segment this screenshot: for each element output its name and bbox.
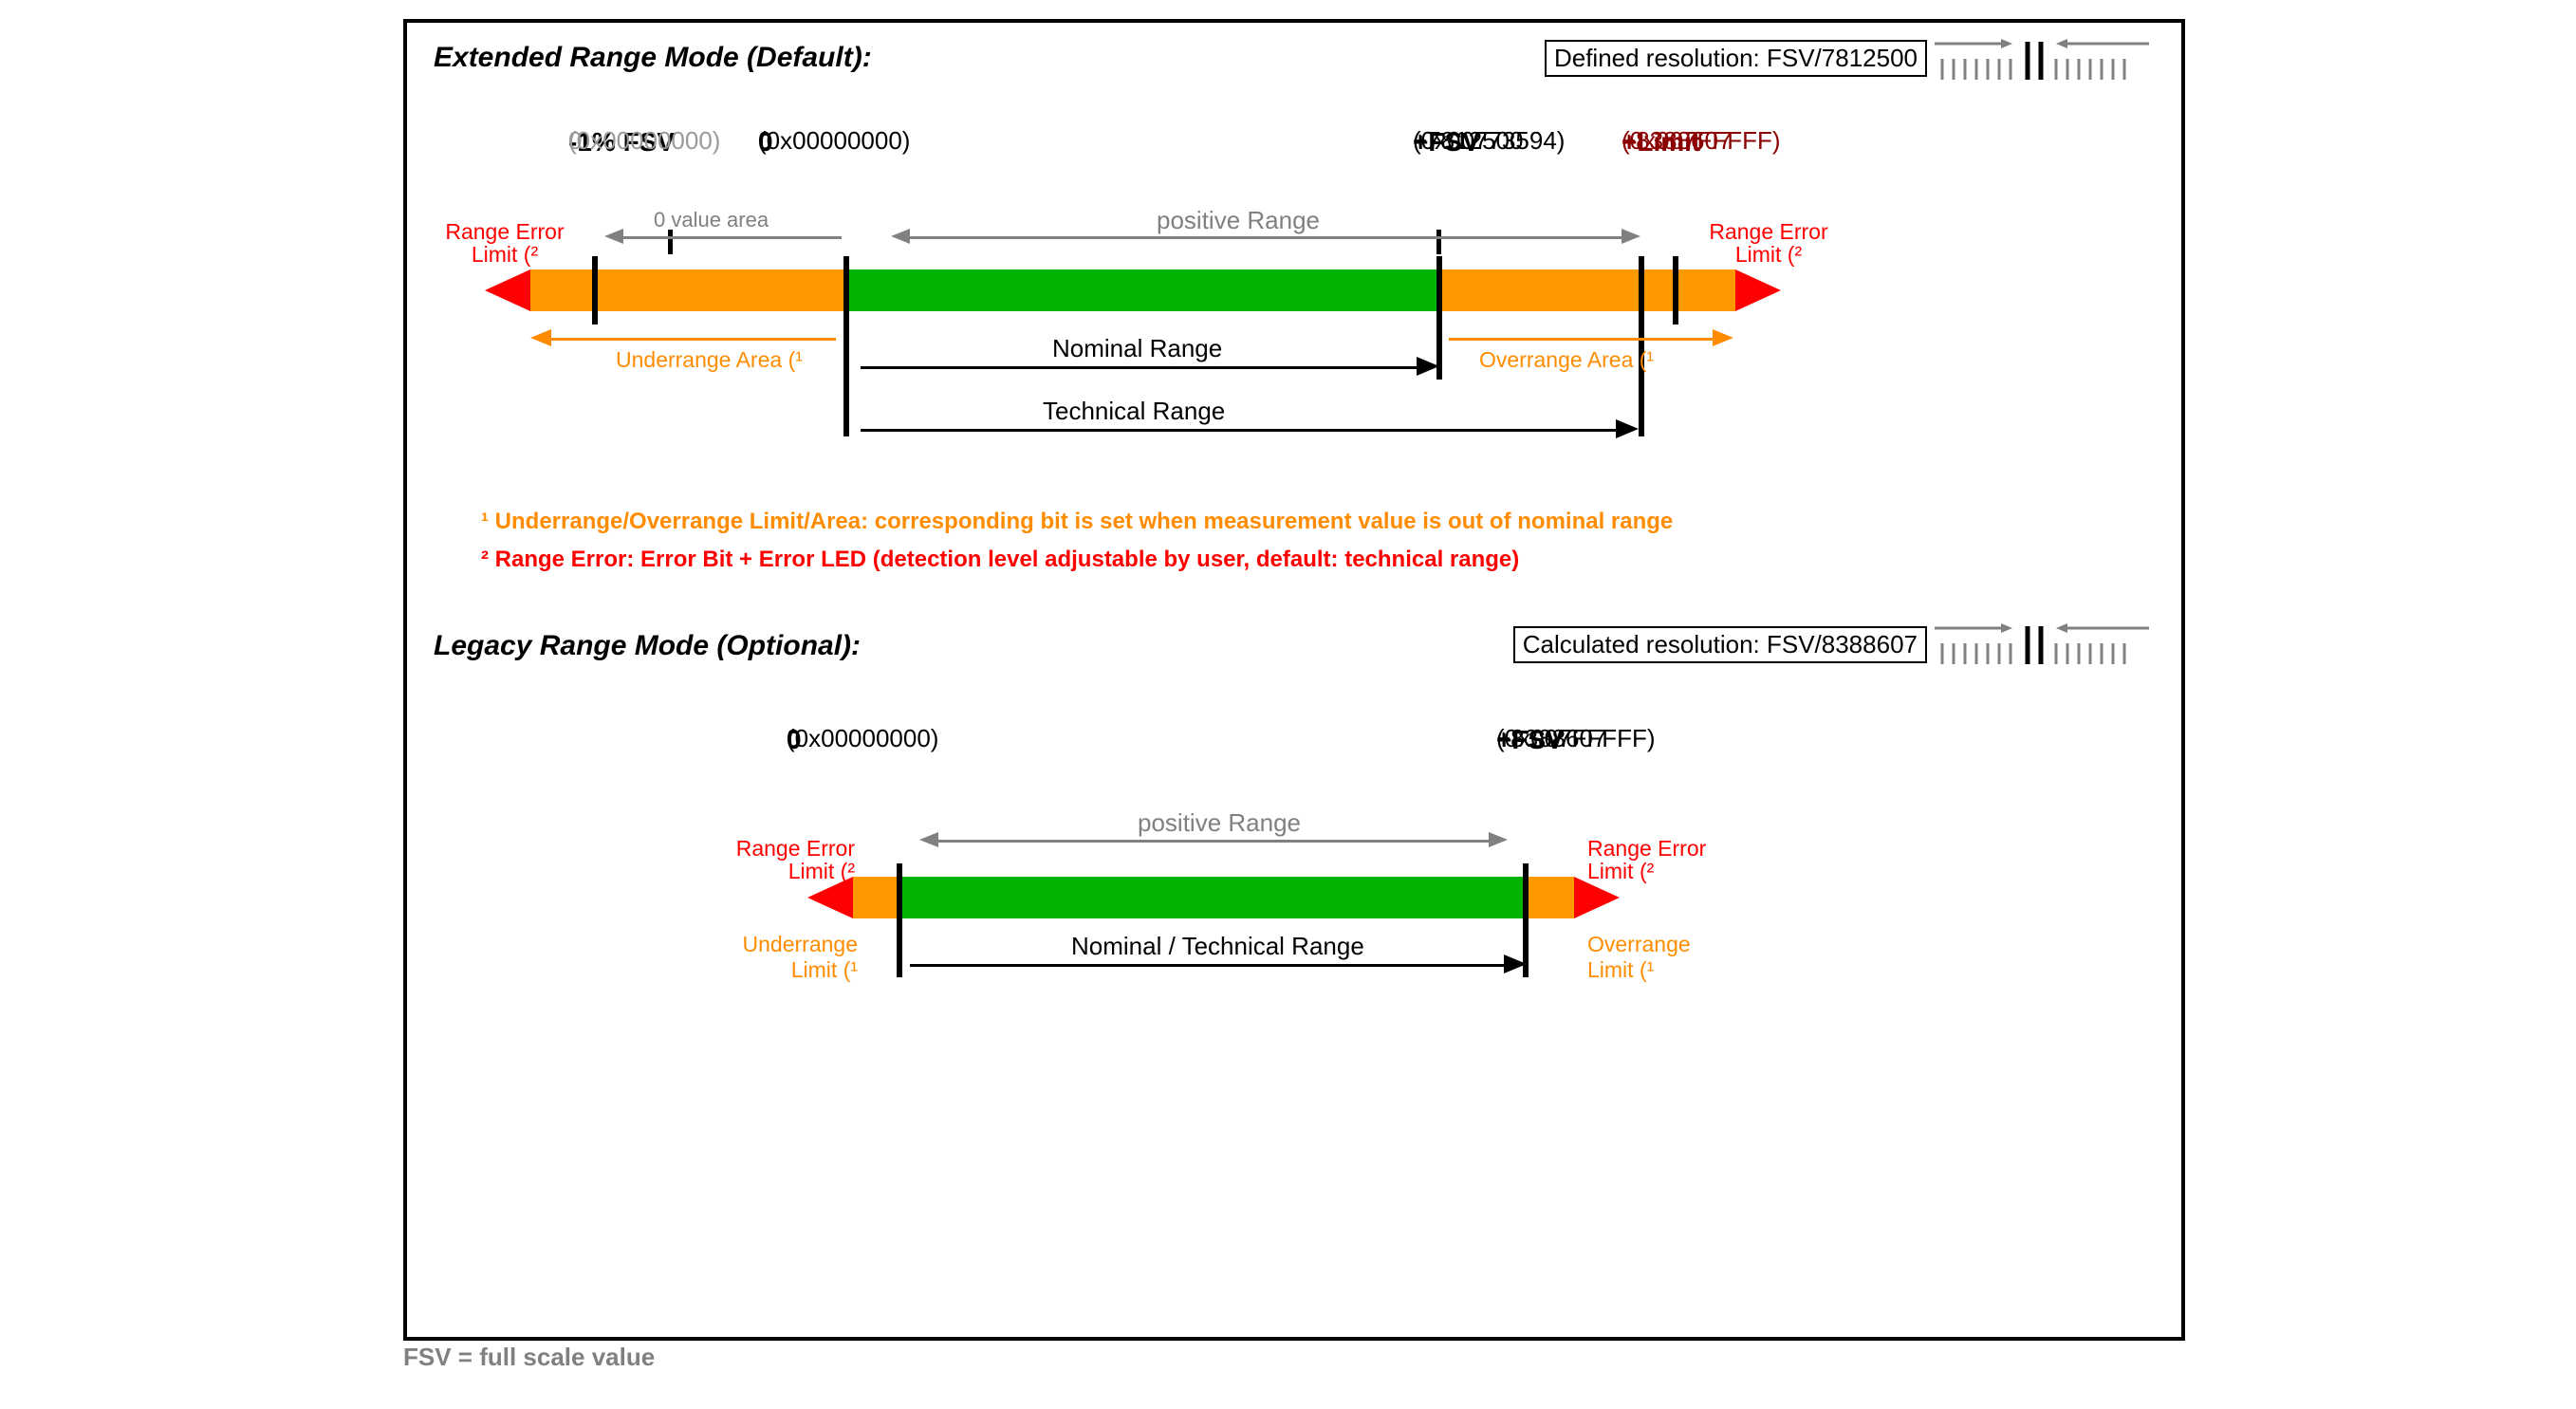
underrange-label: Underrange Area (¹ <box>616 347 803 373</box>
positive-range-label: positive Range <box>1157 206 1320 235</box>
zero-value-area-label: 0 value area <box>654 208 769 232</box>
footnote-1: ¹ Underrange/Overrange Limit/Area: corre… <box>481 509 2143 535</box>
tick-neg1 <box>668 230 673 254</box>
legacy-under-segment <box>853 877 900 918</box>
legacy-positive-range-label: positive Range <box>1138 808 1301 838</box>
underflow-triangle-icon <box>485 269 530 311</box>
fsv-caption: FSV = full scale value <box>403 1343 655 1372</box>
vmark-zero <box>843 256 849 436</box>
legacy-underflow-triangle-icon <box>807 877 853 918</box>
vmark-left-edge <box>592 256 598 324</box>
legacy-resolution-ticks-icon <box>1935 622 2155 662</box>
legacy-over-segment <box>1527 877 1574 918</box>
overflow-triangle-icon <box>1735 269 1781 311</box>
extended-resolution-box: Defined resolution: FSV/7812500 <box>1545 40 1927 77</box>
technical-range-line <box>861 429 1618 432</box>
legacy-title: Legacy Range Mode (Optional): <box>434 630 861 662</box>
extended-range-bar <box>530 269 1735 311</box>
range-error-left: Range Error Limit (² <box>434 220 576 266</box>
extended-title: Extended Range Mode (Default): <box>434 42 872 74</box>
vmark-limit <box>1639 256 1644 436</box>
legacy-vmark-zero <box>897 863 902 977</box>
positive-range-arrow-r <box>1622 229 1640 244</box>
overrange-segment <box>1441 269 1735 311</box>
zero-value-arrow-line <box>623 236 842 239</box>
overrange-label: Overrange Area (¹ <box>1479 347 1654 373</box>
positive-range-arrow-l <box>891 229 910 244</box>
footnote-2: ² Range Error: Error Bit + Error LED (de… <box>481 547 2143 573</box>
legacy-nominal-line <box>910 964 1506 967</box>
zero-value-arrow-head <box>604 229 623 244</box>
legacy-overflow-triangle-icon <box>1574 877 1620 918</box>
underrange-arrow-head <box>530 329 551 346</box>
nominal-range-line <box>861 366 1418 369</box>
resolution-ticks-icon <box>1935 38 2155 78</box>
range-error-right: Range Error Limit (² <box>1697 220 1840 266</box>
overrange-arrow-head <box>1713 329 1733 346</box>
nominal-segment <box>843 269 1441 311</box>
legacy-overrange-label: Overrange Limit (¹ <box>1587 932 1730 983</box>
vmark-right-edge <box>1673 256 1678 324</box>
positive-range-line <box>910 236 1622 239</box>
legacy-nominal-segment <box>900 877 1527 918</box>
underrange-segment <box>530 269 843 311</box>
legacy-nominal-label: Nominal / Technical Range <box>1071 932 1364 961</box>
legacy-positive-range-arrow-r <box>1489 832 1508 847</box>
technical-range-label: Technical Range <box>1043 397 1225 426</box>
diagram-frame: Extended Range Mode (Default): Defined r… <box>403 19 2185 1341</box>
legacy-underrange-label: Underrange Limit (¹ <box>725 932 858 983</box>
nominal-range-arrow <box>1417 357 1439 376</box>
underrange-arrow-line <box>551 338 836 341</box>
legacy-range-bar <box>853 877 1574 918</box>
legacy-positive-range-line <box>938 840 1489 843</box>
tick-fsv <box>1436 230 1441 254</box>
legacy-resolution-box: Calculated resolution: FSV/8388607 <box>1513 626 1927 663</box>
overrange-arrow-line <box>1449 338 1713 341</box>
technical-range-arrow <box>1616 419 1639 438</box>
legacy-nominal-arrow <box>1504 955 1527 973</box>
nominal-range-label: Nominal Range <box>1052 334 1222 363</box>
legacy-positive-range-arrow-l <box>919 832 938 847</box>
